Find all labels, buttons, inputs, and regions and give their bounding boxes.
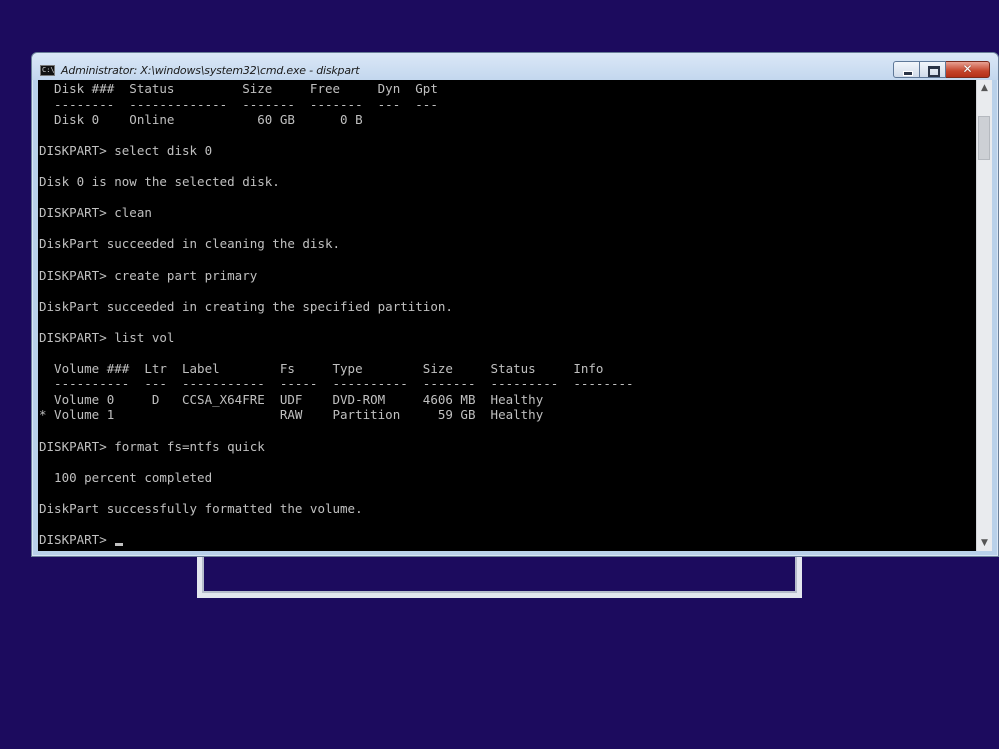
console-line: DiskPart succeeded in cleaning the disk. xyxy=(39,236,341,252)
console-text: Disk ### Status Size Free Dyn Gpt ------… xyxy=(38,81,976,547)
console-line: DISKPART> create part primary xyxy=(39,267,258,283)
text-cursor xyxy=(115,542,124,546)
command-prompt-window[interactable]: C:\ Administrator: X:\windows\system32\c… xyxy=(31,52,999,557)
setup-window-frame xyxy=(197,552,802,598)
close-button[interactable]: ✕ xyxy=(946,61,990,78)
desktop-background: C:\ Administrator: X:\windows\system32\c… xyxy=(0,0,999,749)
console-history: Disk ### Status Size Free Dyn Gpt ------… xyxy=(39,81,634,516)
scrollbar-thumb[interactable] xyxy=(978,116,990,160)
console-line: Disk 0 Online 60 GB 0 B xyxy=(54,112,363,128)
console-line: DISKPART> clean xyxy=(39,205,152,221)
console-output-area[interactable]: Disk ### Status Size Free Dyn Gpt ------… xyxy=(38,80,976,551)
console-line: Volume ### Ltr Label Fs Type Size Status… xyxy=(54,360,604,376)
console-line: * Volume 1 RAW Partition 59 GB Healthy xyxy=(39,407,544,423)
maximize-icon xyxy=(928,66,940,77)
scroll-down-icon[interactable]: ▼ xyxy=(977,535,992,551)
console-line: DiskPart successfully formatted the volu… xyxy=(39,500,363,516)
console-line: DISKPART> select disk 0 xyxy=(39,143,213,159)
console-line: Disk 0 is now the selected disk. xyxy=(39,174,280,190)
scroll-up-icon[interactable]: ▲ xyxy=(977,80,992,96)
minimize-button[interactable] xyxy=(893,61,920,78)
console-line: -------- ------------- ------- ------- -… xyxy=(54,96,438,112)
caption-buttons: ✕ xyxy=(893,61,990,78)
console-line: DISKPART> list vol xyxy=(39,329,175,345)
cmd-icon[interactable]: C:\ xyxy=(40,65,55,76)
command-prompt: DISKPART> xyxy=(39,531,115,547)
console-line: Volume 0 D CCSA_X64FRE UDF DVD-ROM 4606 … xyxy=(54,391,544,407)
close-icon: ✕ xyxy=(962,62,973,76)
console-line: 100 percent completed xyxy=(54,469,213,485)
maximize-button[interactable] xyxy=(920,61,946,78)
window-title: Administrator: X:\windows\system32\cmd.e… xyxy=(61,64,360,77)
setup-window-frame-inner xyxy=(202,552,797,593)
title-bar[interactable]: C:\ Administrator: X:\windows\system32\c… xyxy=(32,53,998,80)
console-line: DiskPart succeeded in creating the speci… xyxy=(39,298,453,314)
console-line: DISKPART> format fs=ntfs quick xyxy=(39,438,265,454)
vertical-scrollbar[interactable]: ▲ ▼ xyxy=(976,80,992,551)
console-line: ---------- --- ----------- ----- -------… xyxy=(54,376,634,392)
console-line: Disk ### Status Size Free Dyn Gpt xyxy=(54,81,438,96)
minimize-icon xyxy=(903,71,913,76)
